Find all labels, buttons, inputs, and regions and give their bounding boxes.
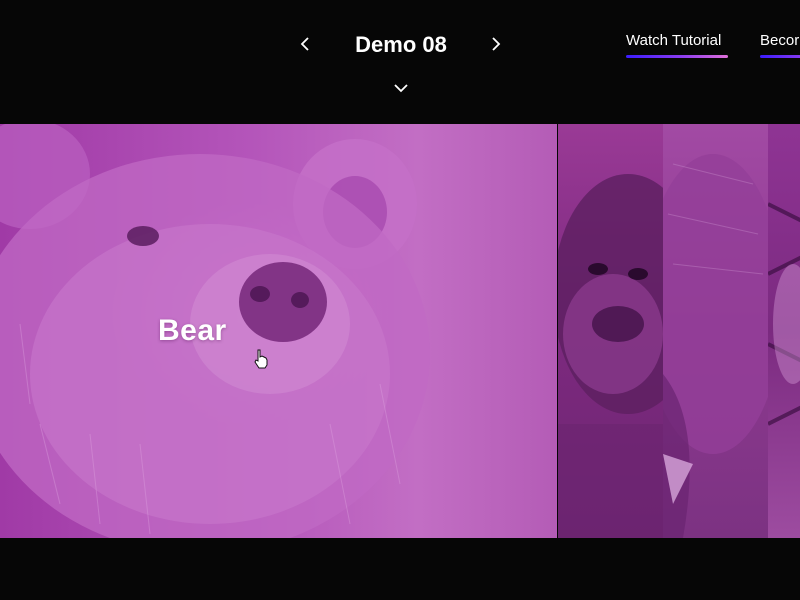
chevron-right-icon [492,37,501,51]
expand-demos-button[interactable] [390,78,412,98]
chevron-down-icon [394,84,408,93]
gorilla-image [558,174,663,538]
panel-elephant[interactable] [663,124,768,538]
tiger-image [768,202,800,426]
bear-image [0,124,430,538]
elephant-image [663,154,768,538]
become-link[interactable]: Becor [760,32,800,58]
panel-bear[interactable]: Bear [0,124,557,538]
link-underline [626,55,728,58]
next-demo-button[interactable] [484,30,508,58]
header: Demo 08 Watch Tutorial Becor [0,0,800,124]
watch-tutorial-label: Watch Tutorial [626,32,722,49]
panel-tiger[interactable] [768,124,800,538]
animal-gallery: Bear [0,124,800,538]
footer-band [0,538,800,600]
chevron-left-icon [300,37,309,51]
become-label: Becor [760,32,800,49]
panel-gorilla[interactable] [558,124,663,538]
page: Demo 08 Watch Tutorial Becor Bear [0,0,800,600]
link-underline [760,55,800,58]
demo-title: Demo 08 [355,32,447,57]
watch-tutorial-link[interactable]: Watch Tutorial [626,32,728,58]
panel-label: Bear [158,314,227,347]
prev-demo-button[interactable] [293,30,317,58]
hand-pointer-icon [254,349,268,369]
